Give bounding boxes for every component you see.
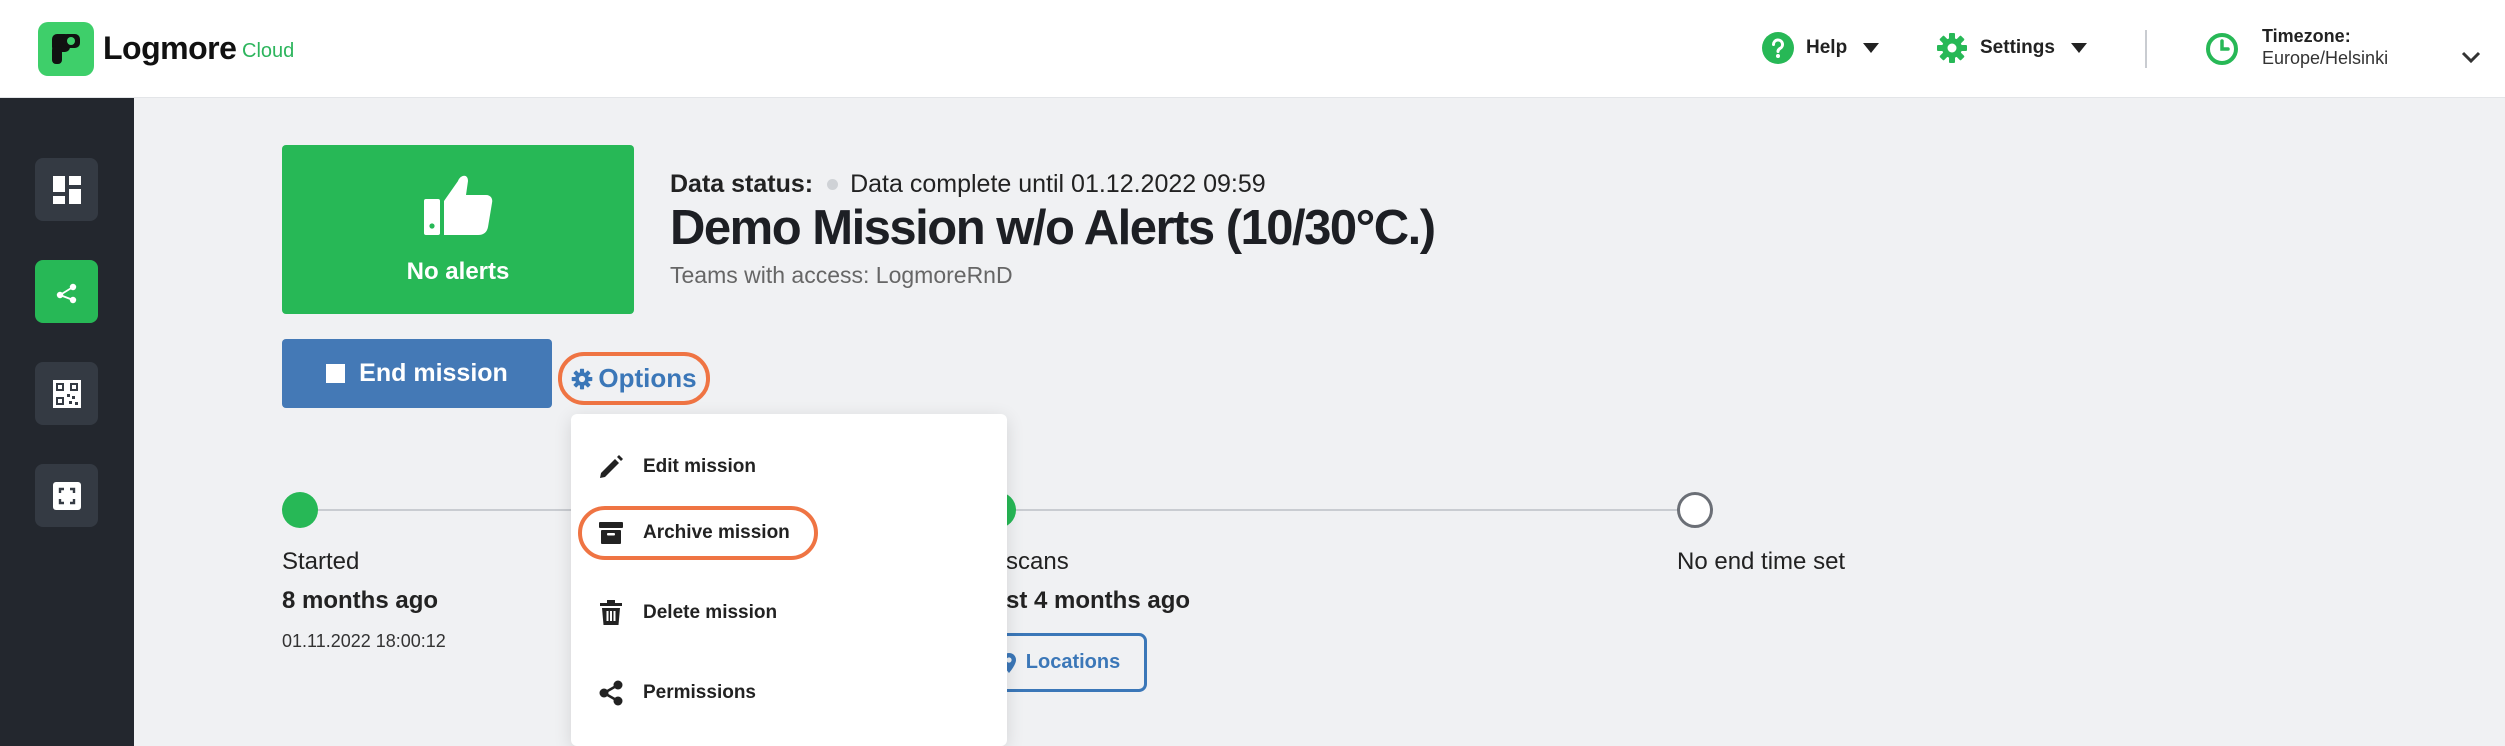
menu-item-delete-mission[interactable]: Delete mission: [571, 585, 1007, 641]
menu-item-label: Permissions: [643, 682, 756, 703]
brand-name: Logmore: [103, 30, 237, 66]
logmore-logo-icon[interactable]: [38, 22, 94, 76]
thumbs-up-icon: [424, 175, 493, 235]
top-header: Logmore Cloud Help Settings Timezone: Eu…: [0, 0, 2505, 98]
question-circle-icon: [1762, 32, 1794, 64]
dashboard-icon: [52, 175, 81, 204]
menu-item-label: Delete mission: [643, 602, 778, 623]
trash-icon: [597, 599, 625, 627]
stop-square-icon: [326, 364, 346, 383]
menu-item-label: Archive mission: [643, 522, 790, 543]
header-divider: [2145, 30, 2147, 68]
timezone-value[interactable]: Europe/Helsinki: [2262, 48, 2388, 69]
share-icon: [597, 679, 625, 707]
menu-item-permissions[interactable]: Permissions: [571, 665, 1007, 721]
sidebar: [0, 98, 134, 746]
sidebar-item-missions[interactable]: [35, 260, 98, 323]
caret-down-icon: [2070, 43, 2087, 53]
data-status: Data status: Data complete until 01.12.2…: [670, 170, 1266, 199]
mission-title: Demo Mission w/o Alerts (10/30°C.): [670, 201, 1436, 255]
pencil-icon: [597, 453, 625, 481]
options-dropdown-menu: Edit mission Archive mission Delete miss…: [571, 414, 1007, 746]
timeline-start-dot: [282, 492, 318, 528]
timeline-started-label: Started: [282, 548, 360, 575]
sidebar-item-qr-codes[interactable]: [35, 362, 98, 425]
menu-item-archive-mission[interactable]: Archive mission: [571, 505, 1007, 561]
menu-item-edit-mission[interactable]: Edit mission: [571, 439, 1007, 495]
options-highlight-ring: Options: [558, 352, 710, 405]
settings-menu[interactable]: Settings: [1936, 32, 2087, 64]
status-dot-icon: [827, 179, 839, 190]
locations-label: Locations: [1025, 651, 1121, 673]
alert-status-card: No alerts: [282, 145, 634, 314]
options-label: Options: [598, 363, 697, 393]
data-status-label: Data status:: [670, 170, 814, 198]
brand-subtitle: Cloud: [242, 40, 295, 62]
timeline-scans-label: scans: [1006, 548, 1069, 575]
help-menu[interactable]: Help: [1762, 32, 1880, 64]
cog-icon: [572, 368, 593, 389]
data-status-value: Data complete until 01.12.2022 09:59: [850, 170, 1266, 198]
chevron-down-icon[interactable]: [2460, 50, 2482, 64]
sidebar-item-dashboard[interactable]: [35, 158, 98, 221]
sidebar-item-scan[interactable]: [35, 464, 98, 527]
help-label: Help: [1806, 37, 1848, 58]
share-nodes-icon: [56, 283, 76, 303]
menu-item-label: Edit mission: [643, 456, 756, 477]
timeline-started-ago: 8 months ago: [282, 587, 439, 614]
options-button[interactable]: Options: [571, 363, 697, 394]
clock-icon: [2206, 33, 2238, 65]
caret-down-icon: [1863, 43, 1880, 53]
timeline-started-date: 01.11.2022 18:00:12: [282, 631, 446, 651]
qr-code-icon: [52, 379, 81, 408]
gear-icon: [1937, 33, 1967, 63]
timeline-scans-ago: st 4 months ago: [1006, 587, 1191, 614]
archive-box-icon: [597, 519, 625, 547]
alert-status-label: No alerts: [406, 258, 510, 285]
scan-icon: [52, 481, 81, 510]
timezone-label: Timezone:: [2262, 26, 2351, 46]
teams-with-access: Teams with access: LogmoreRnD: [670, 262, 1013, 288]
timeline-end-dot: [1677, 492, 1713, 528]
end-mission-button[interactable]: End mission: [282, 339, 552, 408]
end-mission-label: End mission: [359, 359, 508, 387]
timeline-end-label: No end time set: [1677, 548, 1846, 575]
settings-label: Settings: [1980, 37, 2055, 58]
